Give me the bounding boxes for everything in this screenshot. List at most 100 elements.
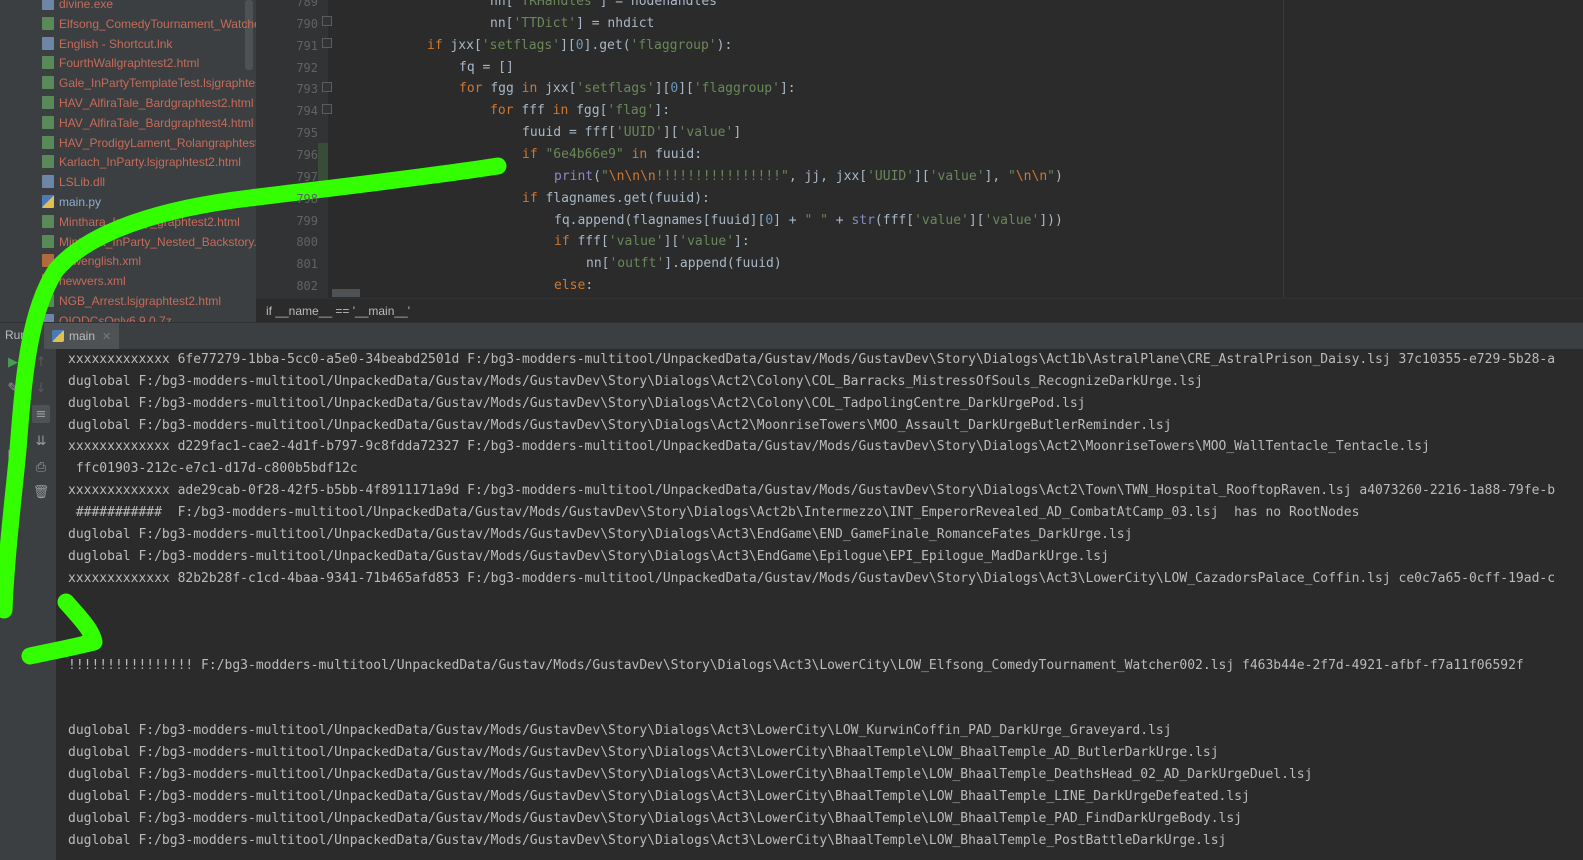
console-line: duglobal F:/bg3-modders-multitool/Unpack… [68,526,1133,542]
project-file-item[interactable]: newvers.xml [42,271,126,291]
code-token: jxx[ [545,81,577,97]
wrench-icon[interactable]: ✎ [4,379,22,397]
project-file-label: newvers.xml [59,274,126,289]
code-line[interactable]: nn['outft'].append(fuuid) [586,253,782,275]
web-icon [42,115,54,129]
code-line[interactable]: for fgg in jxx['setflags'][0]['flaggroup… [459,78,796,100]
code-token: in [552,103,577,119]
code-token: 'value' [914,212,969,228]
python-icon [42,195,54,208]
code-token: ], [984,168,1009,184]
code-token: 'setflags' [481,37,561,53]
close-icon[interactable]: ✕ [102,330,111,343]
code-token: 'value' [929,168,985,184]
project-file-item[interactable]: Minthara_InParty_graphtest2.html [42,212,240,232]
xml-icon [42,274,54,288]
project-file-label: English - Shortcut.lnk [59,36,173,51]
code-token: for [459,81,491,97]
project-file-label: newenglish.xml [59,254,142,269]
soft-wrap-icon[interactable]: ≡ [32,405,50,423]
code-token: nn[ [490,0,514,9]
code-line[interactable]: fuuid = fff['UUID']['value'] [522,122,741,144]
project-file-item[interactable]: main.py [42,192,101,212]
console-line: duglobal F:/bg3-modders-multitool/Unpack… [68,373,1203,389]
code-token: if [522,190,546,206]
code-token: ] [733,125,742,141]
code-token: 'UUID' [867,168,915,184]
project-file-item[interactable]: Gale_InPartyTemplateTest.lsjgraphtest [42,73,256,93]
run-toolbar: ▶ ↑ ✎ ↓ ≡ ⇊ ⊢ ⎙ ✦ 🗑 [0,349,56,860]
project-file-label: NGB_Arrest.lsjgraphtest2.html [59,294,222,308]
code-token: 'outft' [609,256,665,272]
project-file-item[interactable]: newenglish.xml [42,251,141,271]
code-token: ] = nhdict [576,15,655,31]
project-file-item[interactable]: LSLib.dll [42,172,105,192]
project-file-item[interactable]: OIODCsOnly6.9.0.7z [42,311,172,322]
code-line[interactable]: fq = [] [459,57,514,79]
code-token: if [427,37,451,53]
up-arrow-icon[interactable]: ↑ [32,353,50,371]
project-file-item[interactable]: HAV_AlfiraTale_Bardgraphtest2.html [42,93,254,113]
console-output[interactable]: xxxxxxxxxxxxx 6fe77279-1bba-5cc0-a5e0-34… [56,349,1583,860]
line-number: 796 [296,147,318,162]
project-file-item[interactable]: Karlach_InParty.lsjgraphtest2.html [42,152,241,172]
console-line: ffc01903-212c-e7c1-d17d-c800b5bdf12c [68,461,358,477]
code-line[interactable]: print("\n\n\n!!!!!!!!!!!!!!!!", jj, jxx[… [554,166,1063,188]
breadcrumb[interactable]: if __name__ == '__main__' [256,298,1583,322]
code-line[interactable]: nn['TRHandles'] = nodehandles [490,0,717,13]
fold-icon[interactable] [322,38,332,48]
code-token: 'flag' [607,103,655,119]
code-token: ][ [678,81,694,97]
project-file-item[interactable]: HAV_AlfiraTale_Bardgraphtest4.html [42,113,254,133]
project-file-label: divine.exe [59,0,114,11]
project-scrollbar[interactable] [245,0,253,70]
project-file-item[interactable]: Elfsong_ComedyTournament_Watche [42,14,256,34]
web-icon [42,56,54,70]
code-token: fq = [] [459,59,514,75]
console-line: duglobal F:/bg3-modders-multitool/Unpack… [68,395,1086,411]
code-line[interactable]: for fff in fgg['flag']: [490,100,670,122]
lnk-icon [42,36,54,50]
code-token: ] + [773,212,805,228]
scroll-to-end-icon[interactable]: ⇊ [32,432,50,450]
trash-icon[interactable]: 🗑 [32,483,50,501]
console-line: xxxxxxxxxxxxx ade29cab-0f28-42f5-b5bb-4f… [68,483,1556,499]
exe-icon [42,0,54,10]
code-line[interactable]: if "6e4b66e9" in fuuid: [522,144,702,166]
code-token: ]: [734,234,750,250]
fold-icon[interactable] [322,104,332,114]
fold-icon[interactable] [322,82,332,92]
code-token: 'value' [678,125,734,141]
code-line[interactable]: else: [554,275,593,297]
pin-icon[interactable]: ⊢ [4,446,22,464]
run-icon[interactable]: ▶ [4,353,22,371]
code-line[interactable]: if fff['value']['value']: [554,231,750,253]
code-token: " [1047,168,1055,184]
fold-icon[interactable] [322,16,332,26]
print-icon[interactable]: ⎙ [32,458,50,476]
project-file-item[interactable]: English - Shortcut.lnk [42,34,172,54]
project-file-item[interactable]: FourthWallgraphtest2.html [42,53,199,73]
code-line[interactable]: fq.append(flagnames[fuuid][0] + " " + st… [554,210,1063,232]
code-line[interactable]: nn['TTDict'] = nhdict [490,13,654,35]
editor-horizontal-scrollbar[interactable] [332,289,360,297]
pin-icon[interactable]: ✦ [4,479,22,497]
project-file-item[interactable]: Minthara_InParty_Nested_Backstory.ls [42,232,256,252]
project-file-label: LSLib.dll [59,175,106,190]
code-token: + [827,212,852,228]
down-arrow-icon[interactable]: ↓ [32,379,50,397]
project-file-item[interactable]: NGB_Arrest.lsjgraphtest2.html [42,291,221,311]
web-icon [42,155,54,169]
code-line[interactable]: if jxx['setflags'][0].get('flaggroup'): [427,35,732,57]
line-number: 791 [296,38,318,53]
project-file-item[interactable]: HAV_ProdigyLament_Rolangraphtest2 [42,133,256,153]
line-number: 789 [296,0,318,9]
code-token: ]: [779,81,796,97]
console-line: xxxxxxxxxxxxx d229fac1-cae2-4d1f-b797-9c… [68,439,1430,455]
web-icon [42,16,54,30]
code-token: jxx[ [450,37,482,53]
console-line: xxxxxxxxxxxxx 82b2b28f-c1cd-4baa-9341-71… [68,570,1556,586]
project-file-item[interactable]: divine.exe [42,0,113,14]
tab-main[interactable]: main ✕ [44,323,120,349]
code-line[interactable]: if flagnames.get(fuuid): [522,188,710,210]
